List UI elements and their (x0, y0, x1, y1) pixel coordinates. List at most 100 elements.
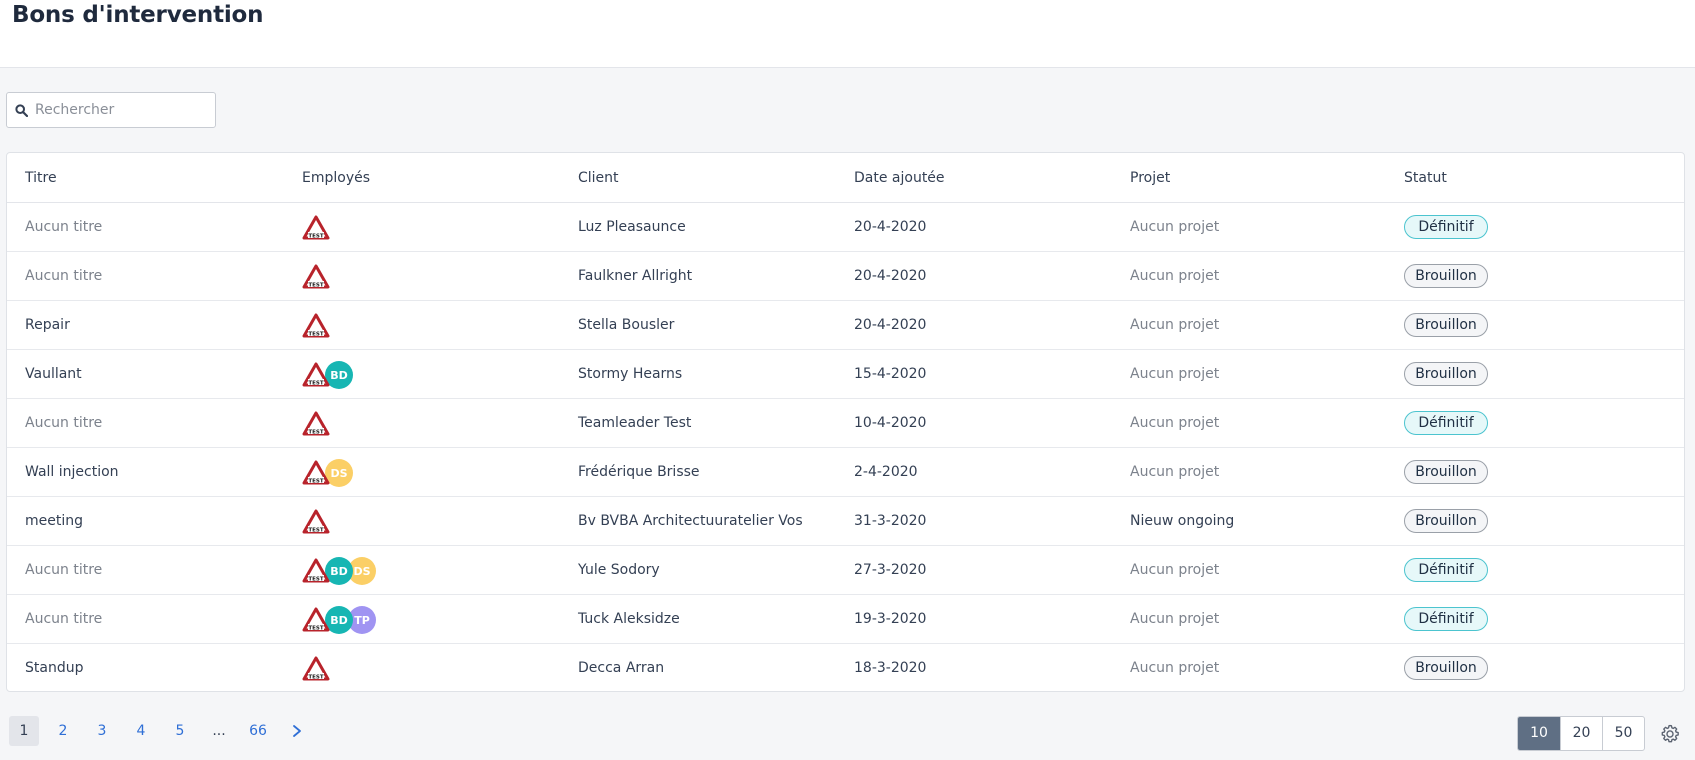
column-header-client[interactable]: Client (578, 170, 619, 186)
test-logo-avatar[interactable]: TEST (302, 606, 330, 634)
test-logo-avatar[interactable]: TEST (302, 263, 330, 291)
status-badge: Brouillon (1404, 313, 1488, 337)
row-date: 27-3-2020 (854, 562, 927, 578)
row-date: 20-4-2020 (854, 317, 927, 333)
row-date: 15-4-2020 (854, 366, 927, 382)
table-row[interactable]: Standup TEST Decca Arran 18-3-2020 Aucun pro… (7, 644, 1684, 691)
row-date: 10-4-2020 (854, 415, 927, 431)
svg-text:TEST: TEST (308, 429, 323, 435)
row-title: Aucun titre (25, 219, 103, 235)
chevron-right-icon[interactable] (282, 716, 312, 746)
row-client: Bv BVBA Architectuuratelier Vos (578, 513, 803, 529)
table-row[interactable]: Aucun titre TEST Teamleader Test 10-4-2020 A… (7, 399, 1684, 448)
search-input[interactable] (35, 94, 210, 126)
row-client: Decca Arran (578, 660, 665, 676)
table-body: Aucun titre TEST Luz Pleasaunce 20-4-2020 Au… (7, 203, 1684, 691)
svg-text:TEST: TEST (308, 576, 323, 582)
svg-text:TEST: TEST (308, 478, 323, 484)
row-project: Aucun projet (1130, 366, 1220, 382)
page-button[interactable]: 2 (48, 716, 78, 746)
row-title: Repair (25, 317, 70, 333)
row-date: 20-4-2020 (854, 219, 927, 235)
row-client: Yule Sodory (578, 562, 660, 578)
svg-text:TEST: TEST (308, 282, 323, 288)
employee-avatars: TEST (302, 410, 330, 438)
search-box[interactable] (6, 92, 216, 128)
test-logo-avatar[interactable]: TEST (302, 508, 330, 536)
test-logo-avatar[interactable]: TEST (302, 410, 330, 438)
row-title: Aucun titre (25, 415, 103, 431)
pagination-ellipsis: ... (212, 723, 226, 739)
row-project: Aucun projet (1130, 660, 1220, 676)
page-button[interactable]: 1 (9, 716, 39, 746)
svg-text:TEST: TEST (308, 674, 323, 680)
status-badge: Brouillon (1404, 362, 1488, 386)
status-badge: Définitif (1404, 215, 1488, 239)
table-row[interactable]: meeting TEST Bv BVBA Architectuuratelier V… (7, 497, 1684, 546)
table-row[interactable]: Aucun titre TEST Faulkner Allright 20-4-202… (7, 252, 1684, 301)
row-project: Aucun projet (1130, 268, 1220, 284)
row-client: Luz Pleasaunce (578, 219, 686, 235)
employee-avatars: TEST BD TP (302, 606, 376, 634)
svg-text:TEST: TEST (308, 380, 323, 386)
page-button[interactable]: 3 (87, 716, 117, 746)
page-size-option[interactable]: 50 (1602, 717, 1644, 750)
row-client: Teamleader Test (578, 415, 692, 431)
table-row[interactable]: Repair TEST Stella Bousler 20-4-2020 Aucun p… (7, 301, 1684, 350)
row-date: 31-3-2020 (854, 513, 927, 529)
table-header: Titre Employés Client Date ajoutée Proje… (7, 153, 1684, 203)
top-bar: Bons d'intervention (0, 0, 1695, 68)
svg-text:TEST: TEST (308, 233, 323, 239)
gear-icon[interactable] (1659, 723, 1681, 745)
interventions-table: Titre Employés Client Date ajoutée Proje… (6, 152, 1685, 692)
employee-avatars: TEST BD (302, 361, 353, 389)
row-client: Tuck Aleksidze (578, 611, 680, 627)
svg-text:TEST: TEST (308, 331, 323, 337)
status-badge: Définitif (1404, 411, 1488, 435)
row-date: 20-4-2020 (854, 268, 927, 284)
table-row[interactable]: Wall injection TEST DS Frédérique Brisse 2-4… (7, 448, 1684, 497)
test-logo-avatar[interactable]: TEST (302, 361, 330, 389)
table-row[interactable]: Aucun titre TEST Luz Pleasaunce 20-4-2020 Au… (7, 203, 1684, 252)
test-logo-avatar[interactable]: TEST (302, 214, 330, 242)
page-button[interactable]: 4 (126, 716, 156, 746)
row-client: Faulkner Allright (578, 268, 693, 284)
row-client: Stella Bousler (578, 317, 675, 333)
table-row[interactable]: Aucun titre TEST BD DS Yule Sodory 27-3-2020 A… (7, 546, 1684, 595)
column-header-date[interactable]: Date ajoutée (854, 170, 945, 186)
column-header-title[interactable]: Titre (25, 170, 57, 186)
row-date: 18-3-2020 (854, 660, 927, 676)
pagination: 1 2 3 4 5... 66 (9, 716, 321, 746)
row-project: Aucun projet (1130, 464, 1220, 480)
status-badge: Brouillon (1404, 460, 1488, 484)
row-title: Aucun titre (25, 611, 103, 627)
status-badge: Définitif (1404, 607, 1488, 631)
svg-text:TEST: TEST (308, 527, 323, 533)
test-logo-avatar[interactable]: TEST (302, 459, 330, 487)
status-badge: Brouillon (1404, 264, 1488, 288)
row-title: Aucun titre (25, 268, 103, 284)
table-row[interactable]: Vaullant TEST BD Stormy Hearns 15-4-2020 Aucu… (7, 350, 1684, 399)
page-button[interactable]: 66 (243, 716, 273, 746)
column-header-status[interactable]: Statut (1404, 170, 1447, 186)
page-button[interactable]: 5 (165, 716, 195, 746)
employee-avatars: TEST BD DS (302, 557, 376, 585)
row-date: 19-3-2020 (854, 611, 927, 627)
row-project: Nieuw ongoing (1130, 513, 1235, 529)
row-title: Wall injection (25, 464, 119, 480)
column-header-employees[interactable]: Employés (302, 170, 370, 186)
row-title: meeting (25, 513, 84, 529)
test-logo-avatar[interactable]: TEST (302, 312, 330, 340)
table-row[interactable]: Aucun titre TEST BD TP Tuck Aleksidze 19-3-20… (7, 595, 1684, 644)
status-badge: Brouillon (1404, 509, 1488, 533)
test-logo-avatar[interactable]: TEST (302, 557, 330, 585)
row-client: Frédérique Brisse (578, 464, 700, 480)
column-header-project[interactable]: Projet (1130, 170, 1170, 186)
page-size-option[interactable]: 20 (1560, 717, 1602, 750)
employee-avatars: TEST (302, 312, 330, 340)
page-title: Bons d'intervention (12, 2, 264, 28)
employee-avatars: TEST (302, 655, 330, 683)
row-project: Aucun projet (1130, 415, 1220, 431)
page-size-option[interactable]: 10 (1518, 717, 1560, 750)
test-logo-avatar[interactable]: TEST (302, 655, 330, 683)
